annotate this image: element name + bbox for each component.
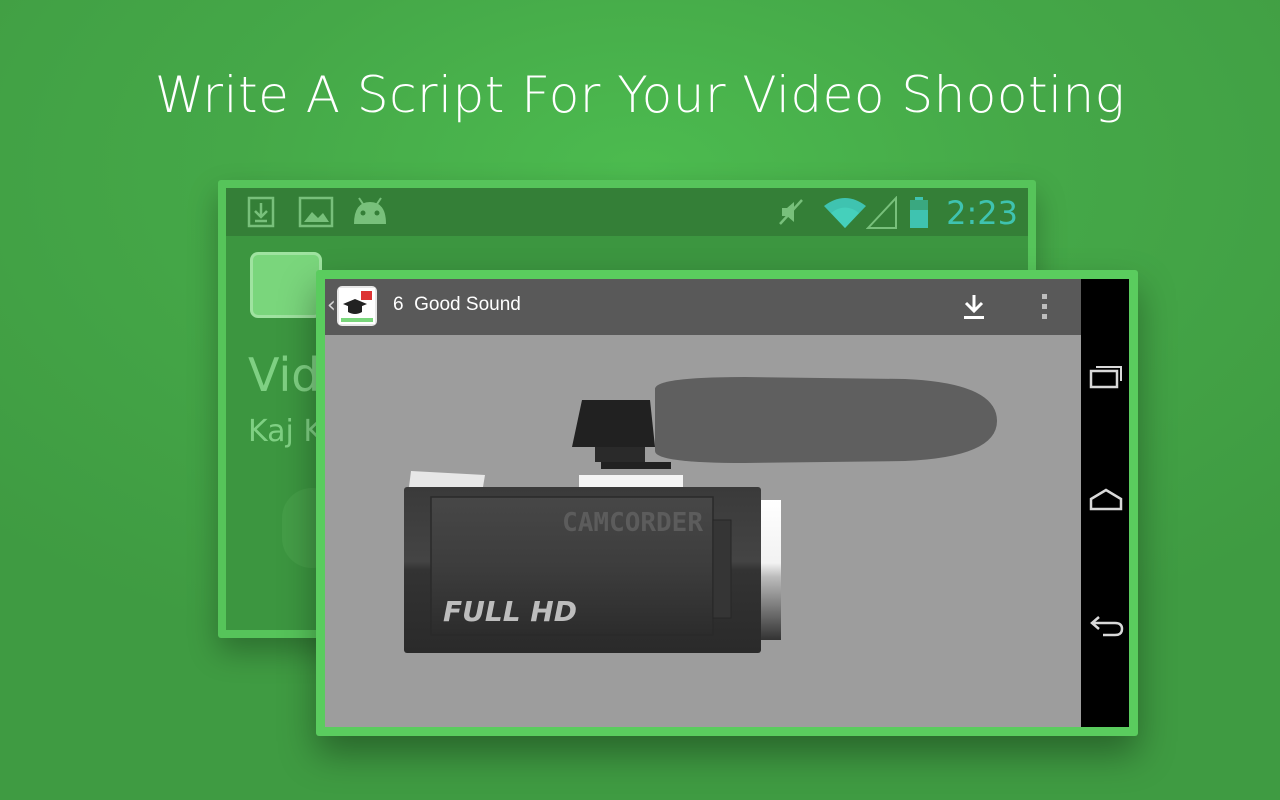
- download-notification-icon: [247, 196, 275, 228]
- android-icon: [354, 197, 386, 224]
- wifi-icon: [824, 198, 866, 228]
- microphone-shape: [655, 377, 997, 463]
- signal-icon: [866, 196, 897, 229]
- up-navigation-icon[interactable]: ‹: [327, 293, 336, 318]
- battery-icon: [910, 197, 928, 228]
- camcorder-brand-text: CAMCORDER: [562, 508, 703, 538]
- app-icon: [250, 252, 322, 318]
- headline: Write A Script For Your Video Shooting: [154, 66, 1126, 124]
- lesson-name: Good Sound: [414, 294, 521, 315]
- course-title: Vid: [248, 348, 321, 402]
- status-bar: 2:23: [226, 188, 1028, 236]
- status-time: 2:23: [946, 194, 1018, 232]
- image-notification-icon: [298, 196, 334, 228]
- video-frame[interactable]: CAMCORDER FULL HD: [325, 335, 1081, 727]
- recent-apps-icon[interactable]: [1089, 363, 1123, 389]
- home-icon[interactable]: [1089, 487, 1123, 513]
- graduation-cap-icon: [339, 288, 375, 324]
- front-phone-screen: ‹ 6 Good Sound CAMCORDER FULL HD: [325, 279, 1129, 727]
- download-icon[interactable]: [961, 293, 987, 321]
- course-author: Kaj K: [248, 414, 324, 449]
- mute-icon: [779, 199, 803, 225]
- system-nav-bar: [1081, 279, 1129, 727]
- action-bar: ‹ 6 Good Sound: [325, 279, 1081, 335]
- lesson-number: 6: [393, 294, 404, 315]
- lesson-title: 6 Good Sound: [393, 294, 521, 316]
- camcorder-model-text: FULL HD: [443, 595, 577, 628]
- front-phone-frame: ‹ 6 Good Sound CAMCORDER FULL HD: [316, 270, 1138, 736]
- camcorder-illustration: CAMCORDER FULL HD: [404, 377, 997, 653]
- app-icon[interactable]: [337, 286, 377, 326]
- back-icon[interactable]: [1089, 613, 1125, 639]
- overflow-menu-icon[interactable]: [1039, 292, 1049, 322]
